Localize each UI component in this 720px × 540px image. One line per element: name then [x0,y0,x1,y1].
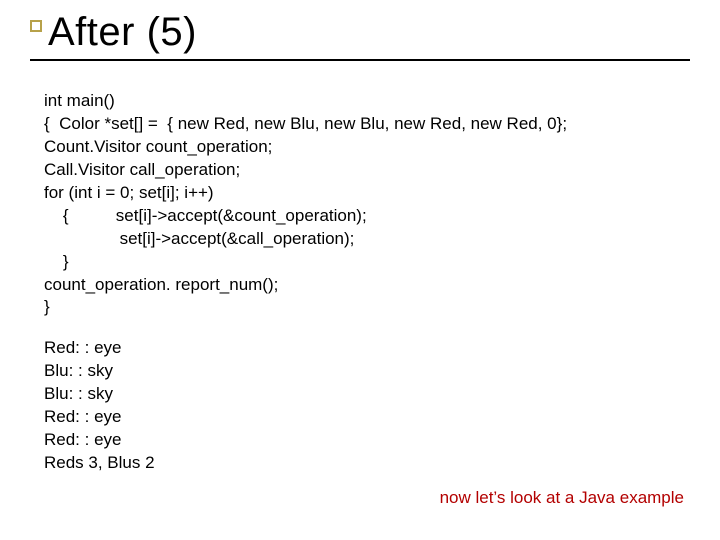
output-line: Red: : eye [44,406,684,429]
code-line: Call.Visitor call_operation; [44,159,684,182]
output-line: Reds 3, Blus 2 [44,452,684,475]
code-line: Count.Visitor count_operation; [44,136,684,159]
code-line: { Color *set[] = { new Red, new Blu, new… [44,113,684,136]
code-line: } [44,296,684,319]
slide-body: int main() { Color *set[] = { new Red, n… [44,90,684,475]
output-line: Blu: : sky [44,383,684,406]
output-line: Red: : eye [44,429,684,452]
code-line: } [44,251,684,274]
output-block: Red: : eye Blu: : sky Blu: : sky Red: : … [44,337,684,475]
title-accent-square [30,20,42,32]
slide-title: After (5) [48,10,690,55]
code-block: int main() { Color *set[] = { new Red, n… [44,90,684,319]
title-rule [30,59,690,61]
title-area: After (5) [30,10,690,61]
footer-note: now let’s look at a Java example [440,488,684,508]
slide: After (5) int main() { Color *set[] = { … [0,0,720,540]
output-line: Red: : eye [44,337,684,360]
output-line: Blu: : sky [44,360,684,383]
code-line: set[i]->accept(&call_operation); [44,228,684,251]
code-line: count_operation. report_num(); [44,274,684,297]
code-line: { set[i]->accept(&count_operation); [44,205,684,228]
code-line: for (int i = 0; set[i]; i++) [44,182,684,205]
code-line: int main() [44,90,684,113]
